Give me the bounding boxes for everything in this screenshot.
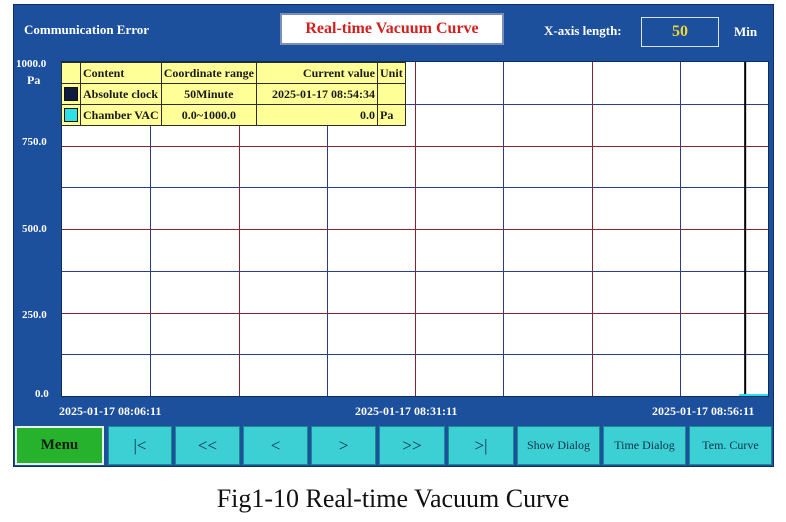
fast-forward-button[interactable]: >> xyxy=(379,426,445,465)
y-tick-label: 500.0 xyxy=(22,223,47,235)
y-tick-label: 250.0 xyxy=(22,309,47,321)
legend-value: 0.0 xyxy=(256,104,379,126)
legend-value: 2025-01-17 08:54:34 xyxy=(256,83,379,105)
chamber-vac-swatch xyxy=(64,108,78,122)
menu-button[interactable]: Menu xyxy=(15,426,104,465)
legend-row: Chamber VAC 0.0~1000.0 0.0 Pa xyxy=(61,104,406,126)
legend-range: 50Minute xyxy=(160,83,258,105)
x-axis-length-label: X-axis length: xyxy=(544,23,622,38)
y-tick-label: 1000.0 xyxy=(16,58,47,70)
legend-unit: Pa xyxy=(377,104,406,126)
communication-status: Communication Error xyxy=(24,22,150,37)
absolute-clock-swatch xyxy=(64,87,78,101)
legend-content: Chamber VAC xyxy=(80,104,162,126)
tem-curve-button[interactable]: Tem. Curve xyxy=(689,426,772,465)
legend-table: Content Coordinate range Current value U… xyxy=(61,62,406,126)
y-tick-label: 750.0 xyxy=(22,136,47,148)
legend-header-unit: Unit xyxy=(377,62,406,84)
time-dialog-button[interactable]: Time Dialog xyxy=(603,426,686,465)
fast-back-button[interactable]: << xyxy=(175,426,240,465)
legend-header-blank xyxy=(61,62,81,84)
legend-content: Absolute clock xyxy=(80,83,162,105)
y-tick-label: 0.0 xyxy=(35,388,49,400)
legend-swatch-cell xyxy=(61,83,81,105)
vacuum-curve-screen: Communication Error Real-time Vacuum Cur… xyxy=(13,4,774,467)
legend-range: 0.0~1000.0 xyxy=(160,104,258,126)
legend-header-value: Current value xyxy=(256,62,379,84)
last-page-button[interactable]: >| xyxy=(448,426,514,465)
legend-unit xyxy=(377,83,406,105)
forward-button[interactable]: > xyxy=(311,426,376,465)
legend-header-row: Content Coordinate range Current value U… xyxy=(61,62,406,84)
page-title: Real-time Vacuum Curve xyxy=(280,13,504,45)
show-dialog-button[interactable]: Show Dialog xyxy=(517,426,600,465)
y-axis-unit: Pa xyxy=(27,73,41,87)
legend-swatch-cell xyxy=(61,104,81,126)
legend-header-content: Content xyxy=(80,62,162,84)
x-axis-length-unit: Min xyxy=(734,24,758,39)
back-button[interactable]: < xyxy=(243,426,308,465)
toolbar: Menu |< << < > >> >| Show Dialog Time Di… xyxy=(14,423,775,468)
figure-caption: Fig1-10 Real-time Vacuum Curve xyxy=(216,484,570,513)
x-axis-length-input[interactable]: 50 xyxy=(641,17,719,47)
first-page-button[interactable]: |< xyxy=(108,426,172,465)
legend-header-range: Coordinate range xyxy=(160,62,258,84)
x-tick-label: 2025-01-17 08:56:11 xyxy=(652,404,755,418)
legend-row: Absolute clock 50Minute 2025-01-17 08:54… xyxy=(61,83,406,105)
x-tick-label: 2025-01-17 08:31:11 xyxy=(355,404,458,418)
x-tick-label: 2025-01-17 08:06:11 xyxy=(59,404,162,418)
